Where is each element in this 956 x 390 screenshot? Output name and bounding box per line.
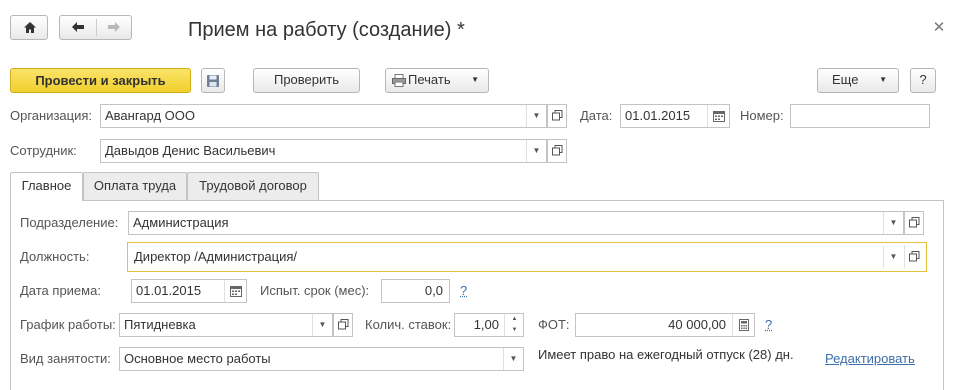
edit-link[interactable]: Редактировать: [825, 347, 915, 371]
department-open-button[interactable]: [904, 211, 924, 235]
chevron-down-icon[interactable]: ▼: [883, 212, 903, 234]
position-open-button[interactable]: [904, 245, 924, 269]
position-field[interactable]: Директор /Администрация/ ▼: [129, 245, 904, 269]
position-label: Должность:: [20, 249, 90, 264]
probation-label: Испыт. срок (мес):: [260, 283, 370, 298]
employment-value: Основное место работы: [124, 351, 271, 366]
probation-help-link[interactable]: ?: [460, 279, 467, 303]
chevron-down-icon[interactable]: ▼: [503, 348, 523, 370]
stepper-down-icon[interactable]: ▼: [505, 325, 524, 336]
position-value: Директор /Администрация/: [134, 249, 298, 264]
fot-field[interactable]: 40 000,00: [575, 313, 755, 337]
chevron-down-icon[interactable]: ▼: [312, 314, 332, 336]
probation-field[interactable]: 0,0: [381, 279, 450, 303]
hire-date-value: 01.01.2015: [136, 283, 202, 298]
department-field[interactable]: Администрация ▼: [128, 211, 904, 235]
schedule-value: Пятидневка: [124, 317, 196, 332]
rates-value: 1,00: [473, 317, 499, 332]
fot-label: ФОТ:: [538, 317, 570, 332]
open-window-icon: [909, 251, 920, 262]
hire-date-label: Дата приема:: [20, 283, 101, 298]
vacation-text: Имеет право на ежегодный отпуск (28) дн.: [538, 347, 794, 362]
calendar-icon[interactable]: [224, 280, 246, 302]
department-value: Администрация: [133, 215, 229, 230]
open-window-icon: [338, 319, 349, 330]
calculator-icon[interactable]: [732, 314, 754, 336]
rates-stepper[interactable]: ▲ ▼: [504, 314, 523, 336]
department-label: Подразделение:: [20, 215, 119, 230]
open-window-icon: [909, 217, 920, 228]
employment-field[interactable]: Основное место работы ▼: [119, 347, 524, 371]
employment-label: Вид занятости:: [20, 351, 111, 366]
hire-date-field[interactable]: 01.01.2015: [131, 279, 247, 303]
fot-value: 40 000,00: [668, 317, 726, 332]
tab-panel-content: Подразделение: Администрация ▼ Должность…: [0, 0, 956, 384]
schedule-field[interactable]: Пятидневка ▼: [119, 313, 333, 337]
stepper-up-icon[interactable]: ▲: [505, 314, 524, 325]
schedule-label: График работы:: [20, 317, 116, 332]
schedule-open-button[interactable]: [333, 313, 353, 337]
fot-help-link[interactable]: ?: [765, 313, 772, 337]
rates-label: Колич. ставок:: [365, 317, 452, 332]
chevron-down-icon[interactable]: ▼: [883, 246, 903, 268]
